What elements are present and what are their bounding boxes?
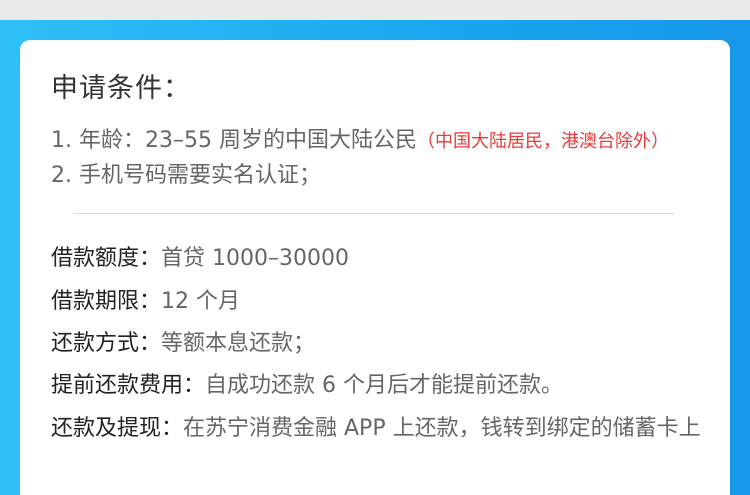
detail-label: 借款额度： [51, 246, 162, 271]
detail-value: 等额本息还款； [161, 331, 316, 356]
condition-phone-text: 2. 手机号码需要实名认证； [51, 163, 321, 188]
detail-loan-term: 借款期限：12 个月 [51, 283, 240, 315]
detail-prepayment-fee: 提前还款费用：自成功还款 6 个月后才能提前还款。 [51, 367, 563, 399]
detail-label: 还款方式： [51, 331, 162, 356]
detail-value: 自成功还款 6 个月后才能提前还款。 [205, 373, 564, 398]
detail-label: 提前还款费用： [51, 373, 206, 398]
condition-phone: 2. 手机号码需要实名认证； [51, 157, 321, 189]
detail-repayment-withdrawal: 还款及提现：在苏宁消费金融 APP 上还款，钱转到绑定的储蓄卡上 [51, 408, 721, 450]
detail-value: 首贷 1000–30000 [161, 246, 349, 271]
condition-age: 1. 年龄：23–55 周岁的中国大陆公民（中国大陆居民，港澳台除外） [51, 122, 669, 154]
loan-info-card: 申请条件： 1. 年龄：23–55 周岁的中国大陆公民（中国大陆居民，港澳台除外… [20, 40, 730, 495]
detail-value: 在苏宁消费金融 APP 上还款，钱转到绑定的储蓄卡上 [183, 416, 701, 441]
detail-loan-amount: 借款额度：首贷 1000–30000 [51, 240, 349, 272]
detail-repayment-method: 还款方式：等额本息还款； [51, 325, 315, 357]
detail-label: 还款及提现： [51, 416, 184, 441]
divider [74, 213, 674, 214]
condition-age-text: 1. 年龄：23–55 周岁的中国大陆公民 [51, 128, 417, 153]
condition-age-note: （中国大陆居民，港澳台除外） [416, 131, 669, 152]
detail-label: 借款期限： [51, 289, 162, 314]
section-title: 申请条件： [51, 73, 191, 104]
detail-value: 12 个月 [161, 289, 241, 314]
